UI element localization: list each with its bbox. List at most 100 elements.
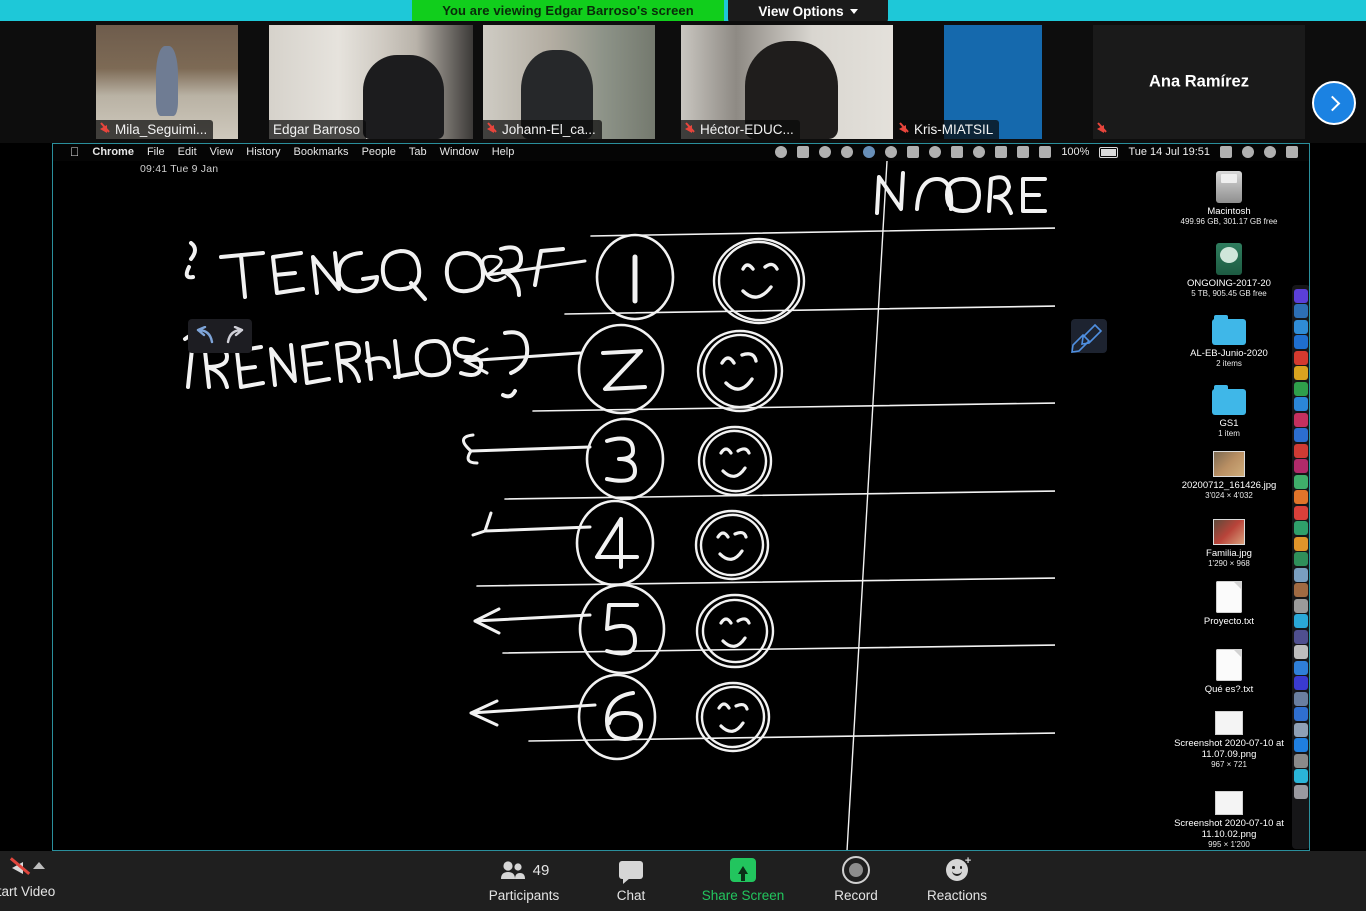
desktop-icon-familia-jpg[interactable]: Familia.jpg 1'290 × 968 xyxy=(1156,519,1302,569)
dock-app-icon[interactable] xyxy=(1294,505,1308,520)
shared-screen-content[interactable]:  Chrome File Edit View History Bookmark… xyxy=(52,143,1310,851)
menu-item-people[interactable]: People xyxy=(362,146,396,158)
participant-tile-hector[interactable]: Héctor-EDUC... xyxy=(681,25,893,139)
dock-app-icon[interactable] xyxy=(1294,567,1308,582)
spotlight-icon[interactable] xyxy=(1242,146,1254,158)
dock-app-icon[interactable] xyxy=(1294,676,1308,690)
dock-app-icon[interactable] xyxy=(1294,288,1308,303)
menu-item-view[interactable]: View xyxy=(210,146,234,158)
desktop-icon-ongoing-2017-20[interactable]: ONGOING-2017-20 5 TB, 905.45 GB free xyxy=(1156,243,1302,299)
dock-app-icon[interactable] xyxy=(1294,397,1308,411)
bartender-icon[interactable] xyxy=(907,146,920,158)
menu-item-file[interactable]: File xyxy=(147,146,165,158)
dock-app-icon[interactable] xyxy=(1294,521,1308,535)
participant-tile-ana[interactable]: Ana Ramírez xyxy=(1093,25,1305,139)
dock-app-icon[interactable] xyxy=(1294,707,1308,721)
dock-app-icon[interactable] xyxy=(1294,769,1308,783)
dock-app-icon[interactable] xyxy=(1294,319,1308,334)
timemachine-icon[interactable] xyxy=(973,146,986,158)
chat-button[interactable]: Chat xyxy=(583,857,679,903)
dock-app-icon[interactable] xyxy=(1294,474,1308,489)
desktop-icon-screenshot-110709[interactable]: Screenshot 2020-07-10 at 11.07.09.png 96… xyxy=(1156,711,1302,770)
desktop-icon-al-eb-junio-2020[interactable]: AL-EB-Junio-2020 2 items xyxy=(1156,315,1302,369)
dropbox-icon[interactable] xyxy=(775,146,788,158)
dock-app-icon[interactable] xyxy=(1294,536,1308,551)
battery-icon[interactable] xyxy=(1099,146,1119,158)
wifi-icon[interactable] xyxy=(1017,146,1030,158)
sync-icon[interactable] xyxy=(863,146,876,158)
menu-item-history[interactable]: History xyxy=(246,146,280,158)
view-options-button[interactable]: View Options xyxy=(728,0,888,23)
siri-icon[interactable] xyxy=(1264,146,1276,158)
reactions-button[interactable]: + Reactions xyxy=(909,856,1005,904)
dock-app-icon[interactable] xyxy=(1294,629,1308,644)
participant-tile-kris[interactable]: Kris-MIATSIL xyxy=(895,25,1091,139)
dock-app-icon[interactable] xyxy=(1294,645,1308,659)
hard-drive-icon xyxy=(1216,171,1242,203)
desktop-icon-proyecto-txt[interactable]: Proyecto.txt xyxy=(1156,581,1302,627)
next-page-button[interactable] xyxy=(1312,81,1356,125)
dock-app-icon[interactable] xyxy=(1294,660,1308,675)
participants-button[interactable]: 49 Participants xyxy=(476,857,572,903)
caret-up-icon[interactable] xyxy=(33,862,45,869)
volume-icon[interactable] xyxy=(1039,146,1052,158)
desktop-icon-macintosh[interactable]: Macintosh 499.96 GB, 301.17 GB free xyxy=(1156,171,1302,227)
dock-app-icon[interactable] xyxy=(1294,412,1308,427)
dock-trash-icon[interactable] xyxy=(1294,784,1308,799)
desktop-icon-gs1[interactable]: GS1 1 item xyxy=(1156,385,1302,439)
notification-center-icon[interactable] xyxy=(1286,146,1298,158)
menu-item-edit[interactable]: Edit xyxy=(178,146,197,158)
zoom-meeting-toolbar: Start Video 49 Participants Chat Share S… xyxy=(0,851,1366,911)
dock-app-icon[interactable] xyxy=(1294,459,1308,473)
cloud-icon[interactable] xyxy=(841,146,854,158)
reactions-label: Reactions xyxy=(926,888,988,903)
menu-item-chrome[interactable]: Chrome xyxy=(92,146,134,158)
participant-tile-edgar[interactable]: Edgar Barroso xyxy=(269,25,473,139)
eject-icon[interactable] xyxy=(885,146,898,158)
dock-app-icon[interactable] xyxy=(1294,738,1308,752)
mac-dock[interactable] xyxy=(1292,285,1310,849)
dock-app-icon[interactable] xyxy=(1294,350,1308,365)
participant-tile-mila[interactable]: Mila_Seguimi... xyxy=(96,25,238,139)
desktop-icon-label: Macintosh xyxy=(1207,206,1251,217)
undo-arrow-icon[interactable] xyxy=(192,326,216,346)
screen-icon[interactable] xyxy=(797,146,810,158)
mac-menu-bar[interactable]:  Chrome File Edit View History Bookmark… xyxy=(52,143,1310,161)
desktop-icon-20200712-jpg[interactable]: 20200712_161426.jpg 3'024 × 4'032 xyxy=(1156,451,1302,501)
menubar-clock[interactable]: Tue 14 Jul 19:51 xyxy=(1128,146,1210,158)
dock-app-icon[interactable] xyxy=(1294,490,1308,504)
menu-item-bookmarks[interactable]: Bookmarks xyxy=(294,146,349,158)
brightness-icon[interactable] xyxy=(929,146,942,158)
menu-item-window[interactable]: Window xyxy=(440,146,479,158)
airplay-icon[interactable] xyxy=(995,146,1008,158)
dock-app-icon[interactable] xyxy=(1294,366,1308,380)
whiteboard-canvas[interactable] xyxy=(135,160,1092,851)
whiteboard-undo-redo-toolbar[interactable] xyxy=(188,319,252,353)
dock-app-icon[interactable] xyxy=(1294,753,1308,768)
desktop-icon-que-es-txt[interactable]: Qué es?.txt xyxy=(1156,649,1302,695)
record-button[interactable]: Record xyxy=(808,856,904,903)
view-options-label: View Options xyxy=(758,4,844,19)
share-screen-button[interactable]: Share Screen xyxy=(695,857,791,903)
dock-app-icon[interactable] xyxy=(1294,691,1308,706)
dock-app-icon[interactable] xyxy=(1294,583,1308,597)
input-source-icon[interactable] xyxy=(1220,146,1232,158)
whiteboard-pen-tool[interactable] xyxy=(1071,319,1107,353)
grammarly-icon[interactable] xyxy=(819,146,832,158)
dock-app-icon[interactable] xyxy=(1294,552,1308,566)
dock-app-icon[interactable] xyxy=(1294,428,1308,442)
apple-icon[interactable]:  xyxy=(70,146,79,159)
dock-app-icon[interactable] xyxy=(1294,443,1308,458)
dock-app-icon[interactable] xyxy=(1294,598,1308,613)
dock-app-icon[interactable] xyxy=(1294,381,1308,396)
participant-tile-johann[interactable]: Johann-El_ca... xyxy=(483,25,655,139)
dock-app-icon[interactable] xyxy=(1294,335,1308,349)
redo-arrow-icon[interactable] xyxy=(224,326,248,346)
dock-app-icon[interactable] xyxy=(1294,722,1308,737)
dock-app-icon[interactable] xyxy=(1294,614,1308,628)
menu-item-tab[interactable]: Tab xyxy=(409,146,427,158)
dock-app-icon[interactable] xyxy=(1294,304,1308,318)
desktop-icon-screenshot-111002[interactable]: Screenshot 2020-07-10 at 11.10.02.png 99… xyxy=(1156,791,1302,850)
screenshot-icon[interactable] xyxy=(951,146,964,158)
menu-item-help[interactable]: Help xyxy=(492,146,515,158)
